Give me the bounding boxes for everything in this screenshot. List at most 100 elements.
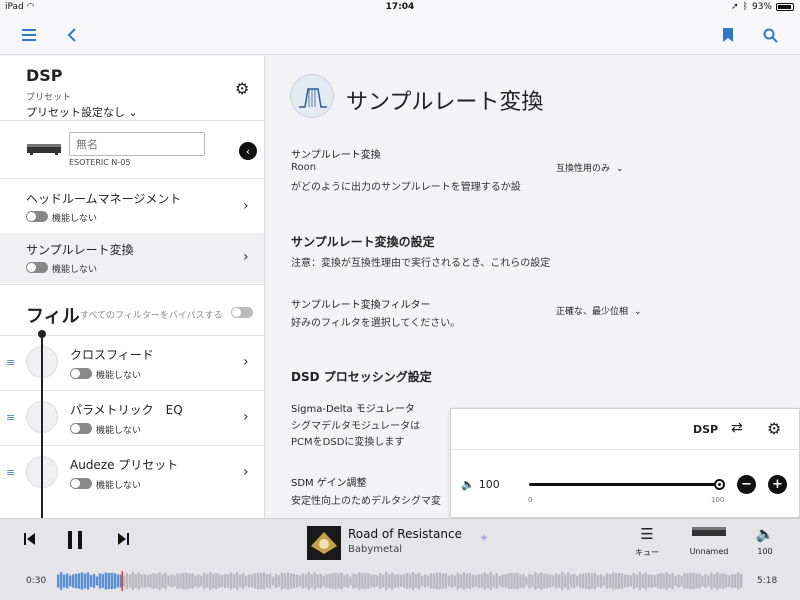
filter-toggle[interactable]	[70, 423, 92, 434]
queue-button[interactable]: ☰ キュー	[632, 525, 662, 558]
waveform-bar	[465, 573, 469, 589]
waveform-bar	[289, 573, 293, 589]
waveform-bar	[241, 573, 245, 589]
src-mode-select[interactable]: 互換性用のみ ⌄	[556, 161, 624, 174]
waveform-bar	[420, 575, 424, 587]
drag-handle-icon[interactable]: ≡	[6, 466, 15, 479]
waveform-seekbar[interactable]	[57, 571, 743, 591]
playhead[interactable]	[121, 571, 123, 591]
drag-handle-icon[interactable]: ≡	[6, 411, 15, 424]
waveform-bar	[86, 572, 90, 590]
waveform-bar	[89, 575, 93, 587]
waveform-bar	[271, 576, 275, 586]
dsp-title: DSP	[26, 66, 63, 85]
previous-track-icon[interactable]	[24, 533, 36, 549]
waveform-bar	[313, 572, 316, 590]
volume-slider-track[interactable]	[529, 483, 719, 486]
waveform-bar	[343, 575, 346, 587]
waveform-bar	[200, 575, 203, 587]
waveform-bar	[680, 575, 683, 587]
battery-percent: 93%	[751, 2, 772, 12]
waveform-bar	[298, 575, 301, 587]
divider	[0, 178, 264, 179]
pause-icon[interactable]	[67, 531, 83, 553]
waveform-bar	[286, 572, 290, 590]
waveform-bar	[146, 575, 149, 587]
waveform-bar	[528, 573, 531, 589]
volume-button[interactable]: 🔈 100	[750, 525, 780, 556]
waveform-bar	[149, 574, 152, 588]
back-icon[interactable]	[61, 24, 83, 46]
divider	[451, 449, 800, 450]
waveform-bar	[734, 574, 737, 588]
waveform-bar	[414, 574, 418, 588]
waveform-bar	[334, 572, 337, 590]
preset-value-text: プリセット設定なし	[26, 106, 125, 119]
filter-toggle[interactable]	[70, 368, 92, 379]
preset-dropdown[interactable]: プリセット設定なし ⌄	[26, 104, 138, 120]
waveform-bar	[206, 574, 209, 588]
artist-name[interactable]: Babymetal	[348, 544, 402, 555]
bookmark-icon[interactable]	[717, 24, 739, 46]
waveform-bar	[274, 573, 278, 589]
volume-up-button[interactable]: +	[768, 475, 787, 494]
waveform-bar	[164, 572, 167, 590]
waveform-bar	[83, 573, 87, 589]
total-duration: 5:18	[757, 576, 778, 586]
filter-toggle[interactable]	[70, 478, 92, 489]
waveform-bar	[713, 574, 716, 588]
sample-rate-icon	[290, 74, 334, 118]
filter-row-parametric-eq[interactable]: ≡ パラメトリック EQ 機能しない ›	[0, 390, 264, 445]
waveform-bar	[456, 572, 460, 590]
device-name-input[interactable]	[69, 132, 205, 156]
menu-icon[interactable]	[18, 24, 40, 46]
waveform-bar	[543, 573, 546, 589]
waveform-bar	[423, 574, 427, 588]
filter-select[interactable]: 正確な、最少位相 ⌄	[556, 304, 642, 317]
headroom-management-row[interactable]: ヘッドルームマネージメント 機能しない ›	[0, 182, 264, 232]
gear-icon[interactable]: ⚙	[767, 419, 781, 438]
waveform-bar	[232, 573, 236, 589]
settings-gear-icon[interactable]: ⚙	[235, 79, 249, 98]
headroom-toggle[interactable]	[26, 211, 48, 222]
zone-button[interactable]: Unnamed	[684, 525, 734, 556]
dsp-button[interactable]: DSP	[693, 423, 718, 436]
volume-down-button[interactable]: −	[737, 475, 756, 494]
waveform-bar	[367, 573, 370, 589]
sample-rate-row[interactable]: サンプルレート変換 機能しない ›	[0, 233, 264, 283]
sigma-desc-2: PCMをDSDに変換します	[291, 437, 405, 448]
transfer-icon[interactable]: ⇄	[731, 420, 743, 436]
waveform-bar	[212, 573, 215, 589]
sample-rate-toggle[interactable]	[26, 262, 48, 273]
filter-row-audeze[interactable]: ≡ Audeze プリセット 機能しない ›	[0, 445, 264, 500]
waveform-bar	[128, 574, 131, 588]
filter-label: サンプルレート変換フィルター	[291, 300, 431, 311]
waveform-bar	[411, 572, 415, 590]
waveform-bar	[402, 574, 406, 588]
divider	[0, 284, 264, 285]
collapse-left-icon[interactable]: ‹	[239, 142, 257, 160]
select-value: 互換性用のみ	[556, 164, 611, 174]
waveform-bar	[731, 574, 734, 588]
waveform-bar	[629, 575, 633, 587]
device-icon	[684, 525, 734, 547]
waveform-bar	[587, 572, 591, 590]
waveform-bar	[134, 574, 137, 588]
waveform-bar	[480, 574, 483, 588]
waveform-bar	[549, 574, 552, 588]
filter-row-crossfeed[interactable]: ≡ クロスフィード 機能しない ›	[0, 335, 264, 390]
waveform-bar	[489, 572, 492, 590]
waveform-bar	[426, 575, 430, 587]
bypass-toggle[interactable]	[231, 307, 253, 318]
waveform-bar	[215, 573, 218, 589]
waveform-bar	[432, 573, 436, 589]
zone-label: Unnamed	[689, 547, 729, 556]
track-title[interactable]: Road of Resistance	[348, 527, 462, 541]
waveform-bar	[188, 573, 191, 589]
volume-slider-knob[interactable]	[714, 479, 725, 490]
waveform-bar	[116, 574, 120, 588]
next-track-icon[interactable]	[117, 533, 129, 549]
search-icon[interactable]	[759, 24, 781, 46]
drag-handle-icon[interactable]: ≡	[6, 356, 15, 369]
album-art[interactable]	[307, 526, 341, 560]
